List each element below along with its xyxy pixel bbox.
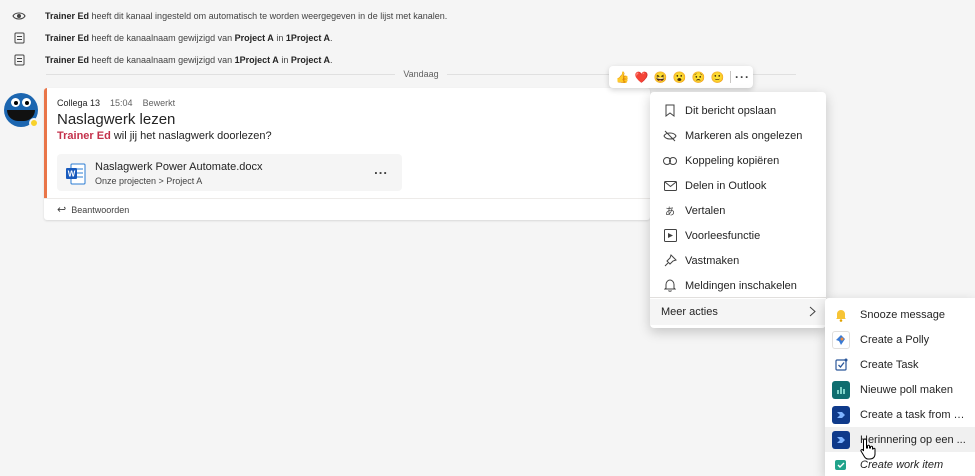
system-text-end: . [330, 55, 333, 65]
task-icon [832, 356, 850, 374]
importance-accent [44, 88, 47, 198]
reaction-bar: 👍 ❤️ 😆 😮 😟 🙂 ··· [609, 66, 753, 88]
menu-item-label: Voorleesfunctie [685, 229, 761, 242]
submenu-item-label: Nieuwe poll maken [860, 383, 953, 396]
reaction-sad-button[interactable]: 😟 [689, 68, 708, 87]
channel-new-name: 1Project A [285, 33, 331, 43]
system-text: heeft de kanaalnaam gewijzigd van [89, 55, 235, 65]
system-actor: Trainer Ed [45, 33, 90, 43]
hand-pointer-cursor-icon [860, 438, 876, 460]
message-meta: Collega 13 15:04 Bewerkt [57, 98, 175, 108]
menu-item-label: Vastmaken [685, 254, 740, 267]
submenu-item-create-task-from[interactable]: Create a task from a... [825, 402, 975, 427]
more-actions-submenu: Snooze message Create a Polly Create Tas… [825, 298, 975, 476]
message-context-menu: Dit bericht opslaan Markeren als ongelez… [650, 92, 826, 328]
reaction-surprised-button[interactable]: 😮 [670, 68, 689, 87]
system-text-end: . [330, 33, 333, 43]
document-icon [12, 53, 26, 67]
menu-item-copy-link[interactable]: Koppeling kopiëren [650, 148, 826, 173]
immersive-reader-icon [662, 228, 678, 244]
submenu-item-snooze[interactable]: Snooze message [825, 302, 975, 327]
polly-icon [832, 330, 850, 349]
system-actor: Trainer Ed [45, 11, 90, 21]
submenu-item-work-item[interactable]: Create work item [825, 452, 975, 476]
reaction-smile-button[interactable]: 🙂 [708, 68, 727, 87]
presence-away-icon [29, 118, 39, 128]
file-attachment[interactable]: W Naslagwerk Power Automate.docx Onze pr… [57, 154, 402, 191]
document-icon [12, 31, 26, 45]
reaction-heart-button[interactable]: ❤️ [632, 68, 651, 87]
snooze-bell-icon [832, 306, 850, 324]
link-icon [662, 153, 678, 169]
submenu-item-new-poll[interactable]: Nieuwe poll maken [825, 377, 975, 402]
file-name[interactable]: Naslagwerk Power Automate.docx [95, 161, 263, 173]
svg-text:W: W [68, 170, 76, 179]
more-options-button[interactable]: ··· [735, 70, 750, 84]
file-more-options-button[interactable]: ... [374, 162, 388, 177]
system-actor: Trainer Ed [45, 55, 90, 65]
submenu-item-polly[interactable]: Create a Polly [825, 327, 975, 352]
menu-item-more-actions[interactable]: Meer acties [650, 299, 826, 325]
menu-item-notifications[interactable]: Meldingen inschakelen [650, 273, 826, 298]
submenu-item-label: Create a task from a... [860, 408, 968, 421]
submenu-item-reminder[interactable]: Herinnering op een ... [825, 427, 975, 452]
eye-icon [12, 9, 26, 23]
chevron-right-icon [809, 306, 816, 320]
bell-icon [662, 278, 678, 294]
system-text-mid: in [278, 55, 291, 65]
word-file-icon: W [66, 163, 86, 185]
message-body: Trainer Ed wil jij het naslagwerk doorle… [57, 130, 272, 142]
bookmark-icon [662, 103, 678, 119]
channel-old-name: 1Project A [234, 55, 279, 65]
menu-item-save[interactable]: Dit bericht opslaan [650, 98, 826, 123]
menu-item-label: Delen in Outlook [685, 179, 767, 192]
file-path: Onze projecten > Project A [95, 176, 203, 186]
channel-old-name: Project A [234, 33, 274, 43]
message-subject: Naslagwerk lezen [57, 111, 176, 128]
menu-divider [650, 297, 826, 298]
reply-label: Beantwoorden [71, 204, 130, 215]
message-text: wil jij het naslagwerk doorlezen? [110, 130, 272, 142]
system-text: heeft de kanaalnaam gewijzigd van [89, 33, 235, 43]
menu-item-label: Meldingen inschakelen [685, 279, 797, 292]
message-edited: Bewerkt [142, 98, 176, 108]
menu-item-label: Dit bericht opslaan [685, 104, 777, 117]
submenu-item-create-task[interactable]: Create Task [825, 352, 975, 377]
reaction-like-button[interactable]: 👍 [613, 68, 632, 87]
message-author[interactable]: Collega 13 [57, 98, 100, 108]
submenu-item-label: Create work item [860, 458, 944, 471]
menu-item-label: Meer acties [661, 306, 718, 318]
channel-new-name: Project A [290, 55, 331, 65]
submenu-item-label: Create Task [860, 358, 919, 371]
power-automate-icon [832, 430, 850, 449]
menu-item-translate[interactable]: あ Vertalen [650, 198, 826, 223]
work-item-icon [832, 456, 850, 474]
menu-item-label: Markeren als ongelezen [685, 129, 803, 142]
menu-item-pin[interactable]: Vastmaken [650, 248, 826, 273]
mark-unread-icon [662, 128, 678, 144]
poll-icon [832, 380, 850, 399]
message-time: 15:04 [110, 98, 133, 108]
submenu-item-label: Create a Polly [860, 333, 930, 346]
menu-item-mark-unread[interactable]: Markeren als ongelezen [650, 123, 826, 148]
menu-item-label: Koppeling kopiëren [685, 154, 780, 167]
menu-item-immersive-reader[interactable]: Voorleesfunctie [650, 223, 826, 248]
menu-item-share-outlook[interactable]: Delen in Outlook [650, 173, 826, 198]
submenu-item-label: Snooze message [860, 308, 945, 321]
mention[interactable]: Trainer Ed [57, 130, 111, 142]
submenu-item-label: Herinnering op een ... [860, 433, 966, 446]
system-text: heeft dit kanaal ingesteld om automatisc… [89, 11, 448, 21]
mail-icon [662, 178, 678, 194]
power-automate-icon [832, 405, 850, 424]
message-card[interactable]: Collega 13 15:04 Bewerkt Naslagwerk leze… [44, 88, 650, 220]
reply-arrow-icon: ↩ [57, 204, 67, 216]
menu-item-label: Vertalen [685, 204, 726, 217]
pin-icon [662, 253, 678, 269]
translate-icon: あ [665, 207, 675, 218]
reaction-laugh-button[interactable]: 😆 [651, 68, 670, 87]
reply-button[interactable]: ↩ Beantwoorden [44, 198, 650, 220]
day-divider-label: Vandaag [403, 69, 439, 79]
system-text-mid: in [273, 33, 286, 43]
